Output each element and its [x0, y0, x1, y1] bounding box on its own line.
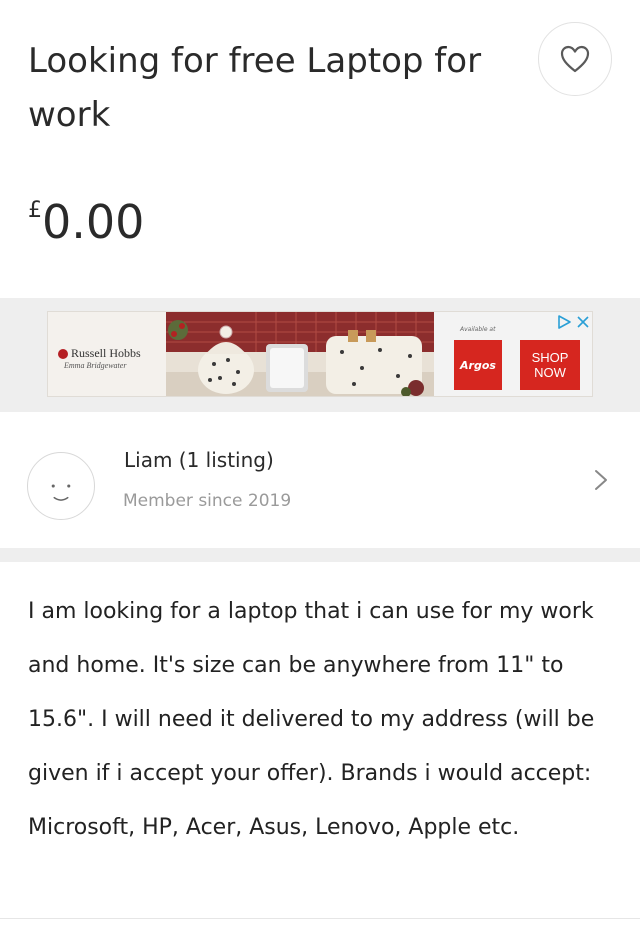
price-currency: £ — [28, 198, 42, 223]
price: £0.00 — [28, 192, 144, 252]
seller-row[interactable]: Liam (1 listing) Member since 2019 — [0, 412, 640, 548]
ad-cta-panel: Available at Argos SHOP NOW — [434, 312, 592, 396]
ad-product-image — [166, 312, 434, 396]
ad-banner-area: Russell Hobbs Emma Bridgewater Available… — [0, 298, 640, 412]
ad-banner[interactable]: Russell Hobbs Emma Bridgewater Available… — [47, 311, 593, 397]
section-divider — [0, 548, 640, 562]
seller-name: Liam (1 listing) — [124, 448, 274, 472]
ad-controls — [556, 314, 590, 330]
ad-brand-name: Russell Hobbs — [71, 346, 141, 360]
close-icon[interactable] — [576, 314, 590, 330]
listing-description: I am looking for a laptop that i can use… — [28, 599, 595, 840]
ad-brand-logo: Russell Hobbs Emma Bridgewater — [58, 346, 141, 370]
ad-brand-subline: Emma Bridgewater — [64, 361, 127, 370]
favorite-button[interactable] — [538, 22, 612, 96]
ad-available-at: Available at — [460, 326, 496, 333]
price-amount: 0.00 — [42, 195, 145, 249]
shop-now-button[interactable]: SHOP NOW — [520, 340, 580, 390]
member-since: Member since 2019 — [123, 491, 292, 511]
smiley-icon — [27, 452, 95, 520]
bottom-divider — [0, 918, 640, 919]
retailer-logo: Argos — [454, 340, 502, 390]
brand-dot-icon — [58, 348, 68, 359]
adchoices-icon[interactable] — [556, 314, 572, 330]
listing-title: Looking for free Laptop for work — [28, 41, 482, 135]
heart-icon — [560, 45, 590, 73]
listing-header: Looking for free Laptop for work £0.00 — [0, 0, 640, 298]
chevron-right-icon — [595, 470, 607, 490]
